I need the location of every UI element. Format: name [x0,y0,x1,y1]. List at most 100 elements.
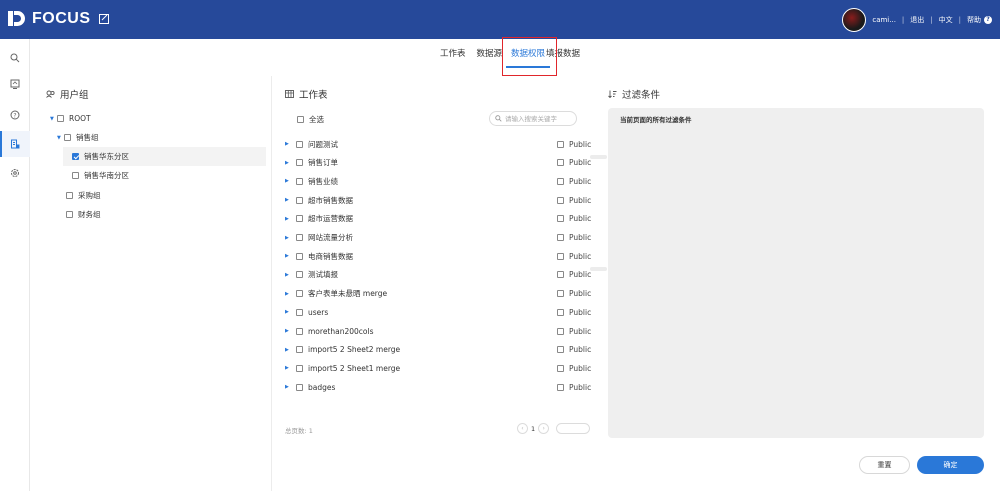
expand-caret-icon[interactable]: ▶ [285,197,296,203]
select-all-checkbox[interactable] [297,116,304,123]
tree-checkbox-checked[interactable] [72,153,79,160]
row-checkbox[interactable] [296,252,303,260]
app-logo[interactable]: FOCUS [8,9,91,29]
public-checkbox[interactable] [557,271,564,279]
tree-node-finance[interactable]: 财务组 [66,205,266,224]
row-checkbox[interactable] [296,383,303,391]
tab-worksheet[interactable]: 工作表 [440,48,466,60]
expand-caret-icon[interactable]: ▶ [285,160,296,166]
expand-caret-icon[interactable]: ▶ [285,365,296,371]
public-toggle[interactable]: Public [557,252,593,261]
public-checkbox[interactable] [557,346,564,354]
tree-node-sales-east[interactable]: 销售华东分区 [63,147,266,166]
table-row[interactable]: ▶ import5 2 Sheet2 merge Public [285,341,593,359]
table-row[interactable]: ▶ users Public [285,303,593,321]
expand-caret-icon[interactable]: ▶ [285,141,296,147]
user-name[interactable]: cami... [872,16,896,24]
scroll-handle[interactable] [590,267,607,271]
tree-checkbox[interactable] [57,115,64,122]
scroll-handle[interactable] [590,155,607,159]
public-checkbox[interactable] [557,177,564,185]
expand-caret-icon[interactable]: ▶ [285,309,296,315]
public-toggle[interactable]: Public [557,196,593,205]
public-toggle[interactable]: Public [557,327,593,336]
public-checkbox[interactable] [557,327,564,335]
current-page[interactable]: 1 [531,425,535,433]
public-checkbox[interactable] [557,364,564,372]
expand-caret-icon[interactable]: ▶ [285,347,296,353]
row-checkbox[interactable] [296,159,303,167]
reset-button[interactable]: 重置 [859,456,910,474]
expand-caret-icon[interactable]: ▶ [285,291,296,297]
row-checkbox[interactable] [296,346,303,354]
public-toggle[interactable]: Public [557,140,593,149]
expand-caret-icon[interactable]: ▶ [285,216,296,222]
table-row[interactable]: ▶ import5 2 Sheet1 merge Public [285,359,593,377]
public-toggle[interactable]: Public [557,233,593,242]
logout-link[interactable]: 退出 [910,15,924,25]
public-toggle[interactable]: Public [557,308,593,317]
row-checkbox[interactable] [296,271,303,279]
public-toggle[interactable]: Public [557,214,593,223]
tree-checkbox[interactable] [72,172,79,179]
row-checkbox[interactable] [296,290,303,298]
tree-node-purchase[interactable]: 采购组 [66,186,266,205]
table-row[interactable]: ▶ morethan200cols Public [285,322,593,340]
language-link[interactable]: 中文 [939,15,953,25]
table-row[interactable]: ▶ 网站流量分析 Public [285,229,593,247]
help-icon[interactable]: ? [984,16,992,24]
table-row[interactable]: ▶ 电商销售数据 Public [285,247,593,265]
help-link[interactable]: 帮助 [967,15,981,25]
table-row[interactable]: ▶ 问题测试 Public [285,135,593,153]
row-checkbox[interactable] [296,177,303,185]
filter-area[interactable] [608,108,984,438]
table-row[interactable]: ▶ badges Public [285,378,593,396]
nav-help[interactable]: ? [0,102,30,128]
public-toggle[interactable]: Public [557,383,593,392]
tree-checkbox[interactable] [66,211,73,218]
public-toggle[interactable]: Public [557,364,593,373]
tree-node-sales-south[interactable]: 销售华南分区 [72,166,266,185]
nav-settings[interactable] [0,160,30,186]
prev-page-button[interactable]: ‹ [517,423,528,434]
nav-board[interactable] [0,71,30,97]
tree-checkbox[interactable] [64,134,71,141]
avatar[interactable] [842,8,867,32]
edit-icon[interactable] [99,13,110,24]
public-toggle[interactable]: Public [557,177,593,186]
row-checkbox[interactable] [296,196,303,204]
select-all[interactable]: 全选 [297,114,324,125]
search-input[interactable] [505,114,575,123]
row-checkbox[interactable] [296,308,303,316]
public-checkbox[interactable] [557,308,564,316]
public-toggle[interactable]: Public [557,270,593,279]
caret-down-icon[interactable]: ▼ [50,116,57,122]
public-checkbox[interactable] [557,383,564,391]
row-checkbox[interactable] [296,364,303,372]
row-checkbox[interactable] [296,140,303,148]
public-toggle[interactable]: Public [557,158,593,167]
row-checkbox[interactable] [296,234,303,241]
nav-search[interactable] [0,45,30,71]
expand-caret-icon[interactable]: ▶ [285,253,296,259]
caret-down-icon[interactable]: ▼ [57,135,64,141]
nav-data[interactable] [0,131,30,157]
next-page-button[interactable]: › [538,423,550,434]
public-checkbox[interactable] [557,290,564,298]
expand-caret-icon[interactable]: ▶ [285,384,296,390]
tree-node-sales[interactable]: ▼ 销售组 [57,128,266,147]
public-toggle[interactable]: Public [557,345,593,354]
row-checkbox[interactable] [296,327,303,335]
tree-checkbox[interactable] [66,192,73,199]
public-checkbox[interactable] [557,140,564,148]
row-checkbox[interactable] [296,215,303,223]
tree-node-root[interactable]: ▼ ROOT [50,109,266,128]
confirm-button[interactable]: 确定 [917,456,984,474]
public-checkbox[interactable] [557,159,564,167]
table-row[interactable]: ▶ 销售订单 Public [285,154,593,172]
expand-caret-icon[interactable]: ▶ [285,178,296,184]
expand-caret-icon[interactable]: ▶ [285,328,296,334]
table-row[interactable]: ▶ 超市销售数据 Public [285,191,593,209]
expand-caret-icon[interactable]: ▶ [285,235,296,241]
public-checkbox[interactable] [557,234,564,241]
